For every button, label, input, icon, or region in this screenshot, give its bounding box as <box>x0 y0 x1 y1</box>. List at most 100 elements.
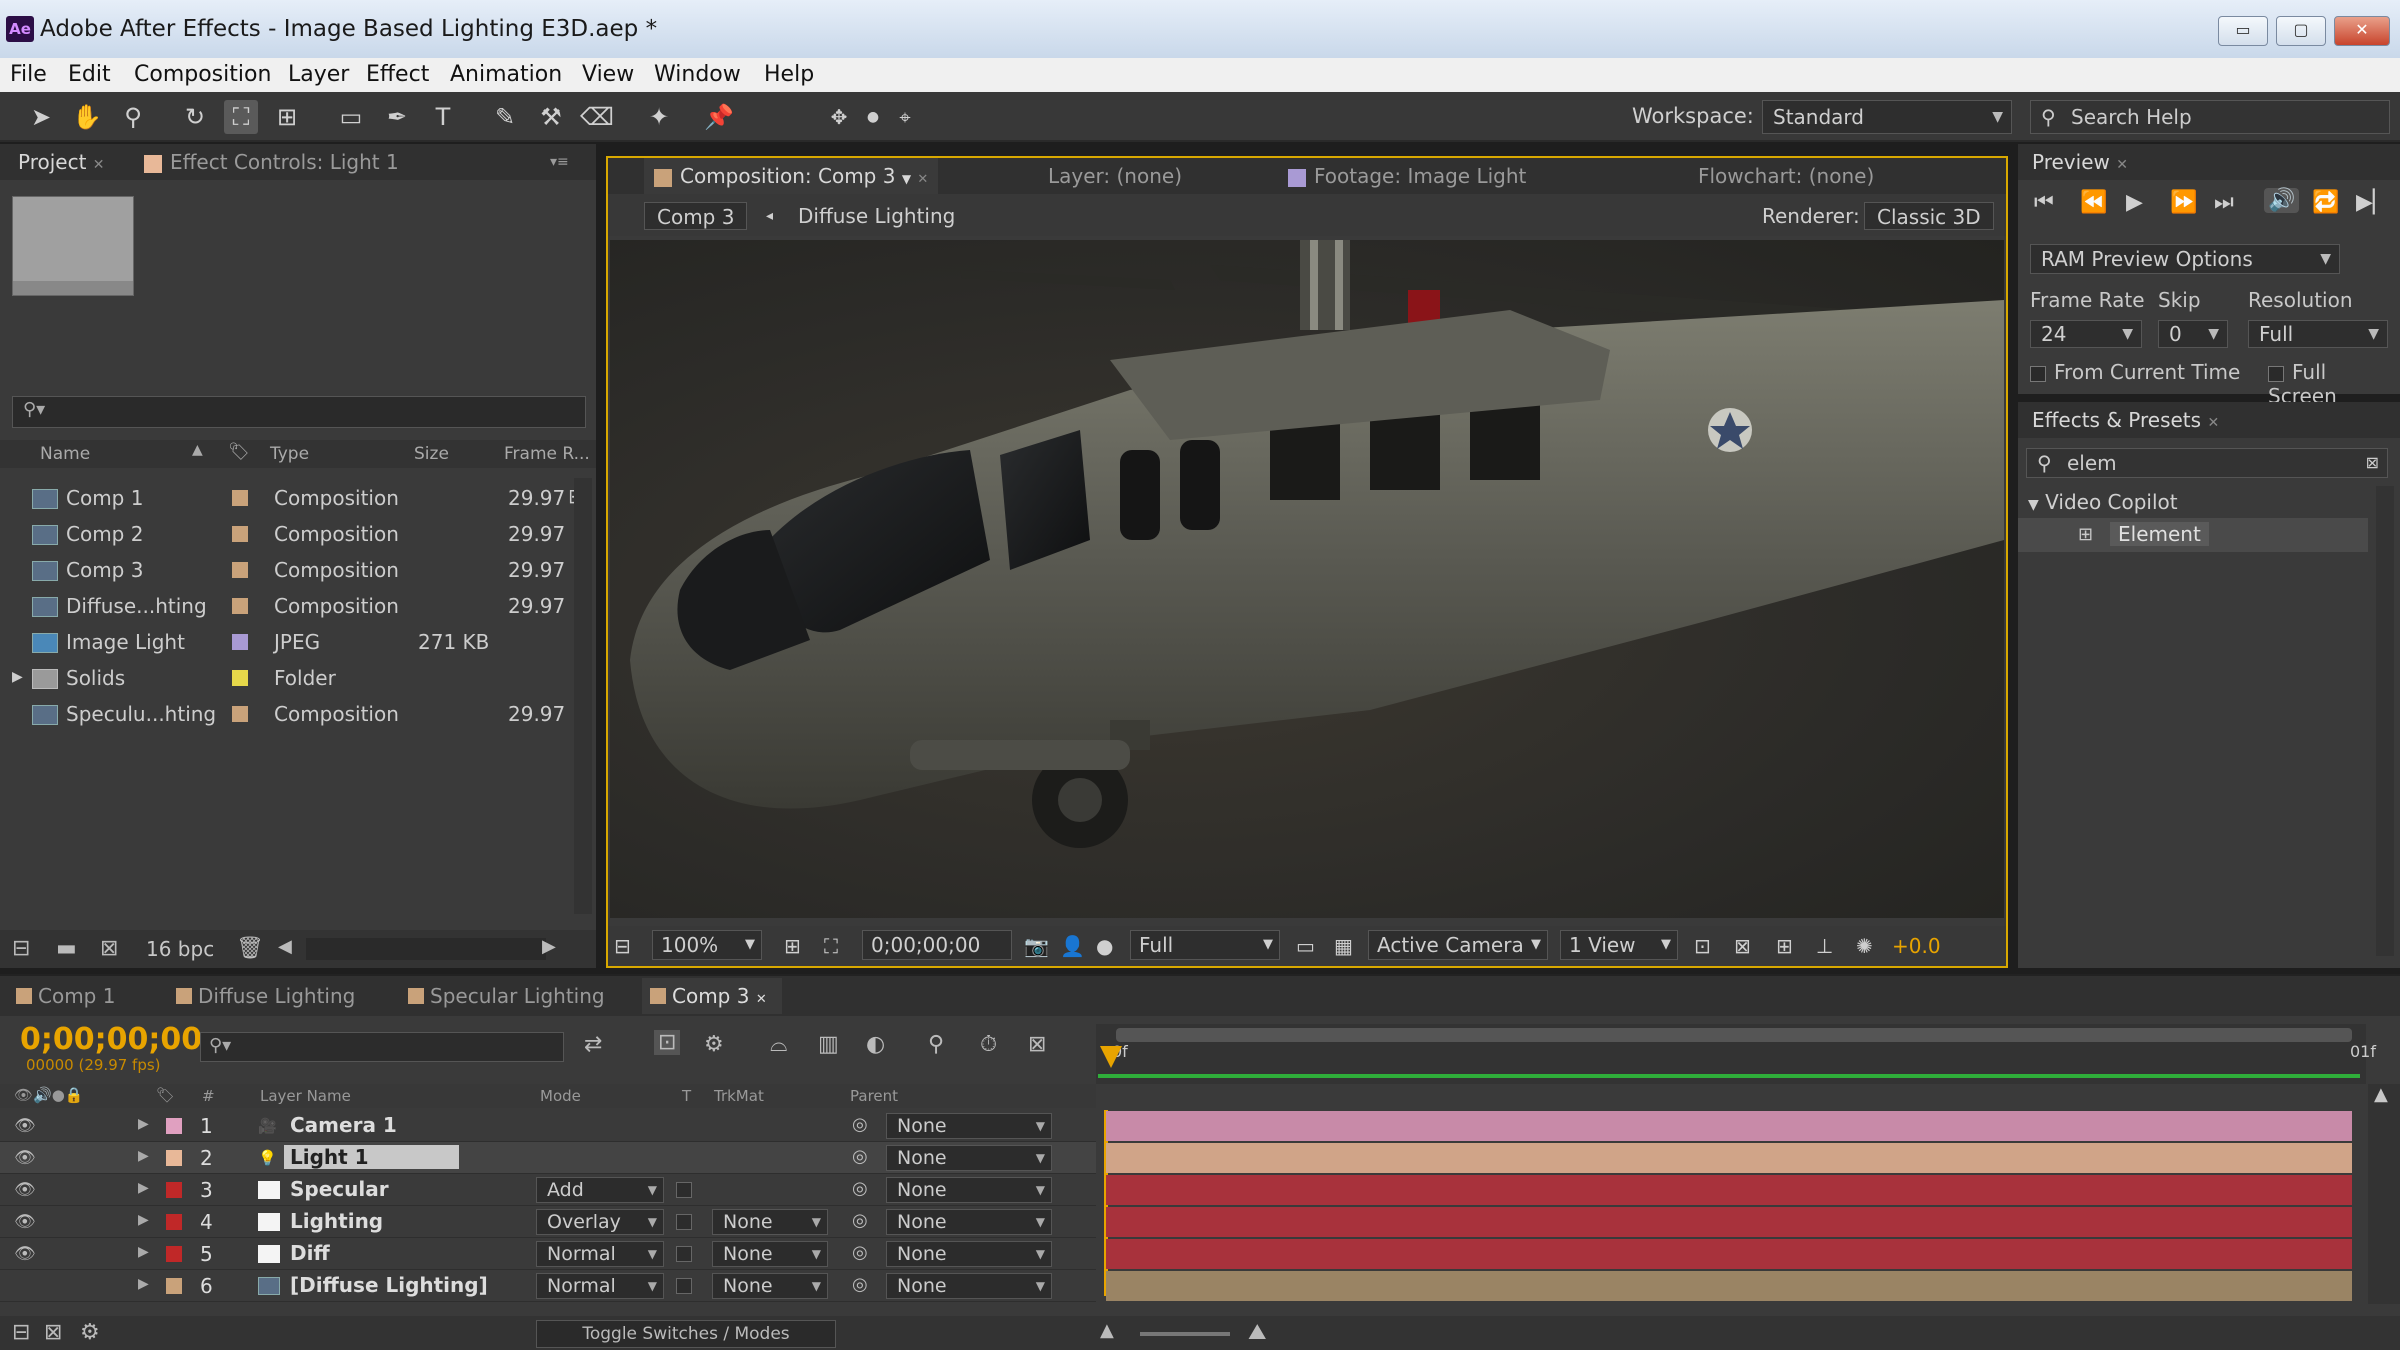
zoom-out-icon[interactable]: ▲ <box>1100 1320 1114 1341</box>
sort-ascending-icon[interactable]: ▲ <box>192 442 203 458</box>
channel-icon[interactable]: ● <box>1096 932 1113 960</box>
tab-footage[interactable]: Footage: Image Light <box>1278 158 1536 194</box>
layer-name[interactable]: Diff <box>290 1241 330 1265</box>
full-screen-checkbox[interactable]: Full Screen <box>2268 360 2400 408</box>
label-swatch[interactable] <box>166 1150 182 1166</box>
timeline-search-input[interactable]: ⚲▾ <box>200 1032 564 1062</box>
tab-effects-presets[interactable]: Effects & Presets ✕ <box>2022 402 2229 438</box>
tab-specular-lighting[interactable]: Specular Lighting <box>400 978 605 1014</box>
project-item[interactable]: Diffuse...hting Composition 29.97 <box>0 588 596 624</box>
expand-triangle-icon[interactable]: ▶ <box>138 1116 149 1132</box>
close-tab-icon[interactable]: ✕ <box>917 172 928 187</box>
project-item[interactable]: Speculu...hting Composition 29.97 <box>0 696 596 732</box>
last-frame-icon[interactable]: ⏭ <box>2214 190 2234 215</box>
layer-row[interactable]: ▶ 6 [Diffuse Lighting] Normal ▼ None ▼ ◎ None ▼ <box>0 1270 1096 1302</box>
roto-brush-tool-icon[interactable]: ✦ <box>642 100 676 134</box>
fast-previews-icon[interactable]: ⊠ <box>1734 932 1751 960</box>
preserve-transparency-checkbox[interactable] <box>676 1246 692 1262</box>
clear-search-icon[interactable]: ⊠ <box>2366 449 2379 477</box>
parent-pickwhip-icon[interactable]: ◎ <box>852 1210 868 1231</box>
menu-window[interactable]: Window <box>654 62 741 87</box>
layer-duration-bar[interactable] <box>1106 1207 2352 1237</box>
layer-switches-icon[interactable]: ⊟ <box>12 1320 30 1345</box>
region-of-interest-icon[interactable]: ▭ <box>1296 932 1315 960</box>
graph-editor-icon[interactable]: ⏱ <box>980 1032 997 1057</box>
scroll-up-icon[interactable]: ▲ <box>2374 1084 2388 1105</box>
layer-duration-bar[interactable] <box>1106 1271 2352 1301</box>
close-tab-icon[interactable]: ✕ <box>93 157 105 173</box>
parent-dropdown[interactable]: None ▼ <box>886 1113 1052 1139</box>
resolution-dropdown[interactable]: Full ▼ <box>1130 930 1280 960</box>
menu-effect[interactable]: Effect <box>366 62 429 87</box>
layer-name[interactable]: Lighting <box>290 1209 383 1233</box>
exposure-value[interactable]: +0.0 <box>1892 932 1941 960</box>
timeline-scrollbar[interactable]: ▲ <box>2368 1084 2400 1304</box>
project-item[interactable]: Comp 3 Composition 29.97 <box>0 552 596 588</box>
type-tool-icon[interactable]: T <box>426 100 460 134</box>
horizontal-scrollbar[interactable] <box>306 938 546 960</box>
preserve-transparency-checkbox[interactable] <box>676 1214 692 1230</box>
first-frame-icon[interactable]: ⏮ <box>2034 190 2054 215</box>
col-type[interactable]: Type <box>270 444 309 464</box>
flowchart-icon[interactable]: ⊥ <box>1816 932 1833 960</box>
project-search-input[interactable]: ⚲▾ <box>12 396 586 428</box>
blend-mode-dropdown[interactable]: Overlay ▼ <box>536 1209 664 1235</box>
menu-animation[interactable]: Animation <box>450 62 562 87</box>
layer-name[interactable]: Specular <box>290 1177 389 1201</box>
effect-item-element[interactable]: ⊞ Element <box>2018 518 2368 552</box>
project-item[interactable]: Image Light JPEG 271 KB <box>0 624 596 660</box>
chevron-down-icon[interactable]: ▼ <box>902 172 911 186</box>
timeline-current-time[interactable]: 0;00;00;00 <box>20 1022 202 1057</box>
brainstorm-icon[interactable]: ◐ <box>866 1032 885 1057</box>
new-folder-icon[interactable]: ▬ <box>56 936 77 961</box>
bpc-label[interactable]: 16 bpc <box>146 937 214 961</box>
category-video-copilot[interactable]: ▼ Video Copilot <box>2028 490 2178 514</box>
track-matte-dropdown[interactable]: None ▼ <box>712 1209 828 1235</box>
skip-dropdown[interactable]: 0 ▼ <box>2158 320 2228 348</box>
menu-edit[interactable]: Edit <box>68 62 111 87</box>
breadcrumb-comp-3[interactable]: Comp 3 <box>644 202 748 230</box>
parent-pickwhip-icon[interactable]: ◎ <box>852 1242 868 1263</box>
parent-pickwhip-icon[interactable]: ◎ <box>852 1114 868 1135</box>
composition-mini-flowchart-icon[interactable]: ⇄ <box>584 1032 602 1057</box>
play-icon[interactable]: ▶ <box>2126 190 2143 215</box>
layer-name[interactable]: Light 1 <box>284 1145 459 1169</box>
local-axis-icon[interactable]: ✥ <box>822 100 856 134</box>
search-help-field[interactable]: ⚲ Search Help <box>2030 100 2390 134</box>
rectangle-tool-icon[interactable]: ▭ <box>334 100 368 134</box>
expand-triangle-icon[interactable]: ▶ <box>138 1148 149 1164</box>
motion-blur-icon[interactable]: ▥ <box>818 1032 839 1057</box>
visibility-eye-icon[interactable]: 👁 <box>14 1116 36 1136</box>
audio-icon[interactable]: 🔊 <box>2264 188 2300 213</box>
selection-tool-icon[interactable]: ➤ <box>24 100 58 134</box>
safe-zones-icon[interactable]: ⊞ <box>784 932 801 960</box>
layer-row[interactable]: 👁 ▶ 4 Lighting Overlay ▼ None ▼ ◎ None ▼ <box>0 1206 1096 1238</box>
expand-triangle-icon[interactable]: ▶ <box>138 1180 149 1196</box>
label-swatch[interactable] <box>166 1278 182 1294</box>
blend-mode-dropdown[interactable]: Normal ▼ <box>536 1241 664 1267</box>
toggle-pixel-aspect-icon[interactable]: ⊡ <box>1694 932 1711 960</box>
pan-behind-tool-icon[interactable]: ⊞ <box>270 100 304 134</box>
magnification-dropdown[interactable]: 100% ▼ <box>652 930 762 960</box>
close-tab-icon[interactable]: ✕ <box>2207 415 2219 431</box>
layer-name[interactable]: [Diffuse Lighting] <box>290 1273 488 1297</box>
parent-pickwhip-icon[interactable]: ◎ <box>852 1178 868 1199</box>
next-frame-icon[interactable]: ⏩ <box>2170 190 2197 215</box>
pen-tool-icon[interactable]: ✒ <box>380 100 414 134</box>
previous-frame-icon[interactable]: ⏪ <box>2080 190 2107 215</box>
3d-view-dropdown[interactable]: Active Camera ▼ <box>1368 930 1548 960</box>
work-area-bar[interactable] <box>1116 1028 2352 1042</box>
trash-icon[interactable]: 🗑 <box>236 936 264 961</box>
close-tab-icon[interactable]: ✕ <box>756 992 767 1007</box>
transfer-controls-icon[interactable]: ⊠ <box>44 1320 62 1345</box>
zoom-slider[interactable] <box>1140 1332 1230 1336</box>
tab-project[interactable]: Project ✕ <box>8 144 115 180</box>
scroll-left-icon[interactable]: ◀ <box>278 936 292 957</box>
visibility-eye-icon[interactable]: 👁 <box>14 1244 36 1264</box>
brush-tool-icon[interactable]: ✎ <box>488 100 522 134</box>
blend-mode-dropdown[interactable]: Add ▼ <box>536 1177 664 1203</box>
menu-help[interactable]: Help <box>764 62 814 87</box>
ram-preview-icon[interactable]: ▶▏ <box>2356 190 2390 215</box>
close-button[interactable]: ✕ <box>2334 16 2390 46</box>
effects-search-input[interactable]: ⚲ elem ⊠ <box>2026 448 2388 478</box>
